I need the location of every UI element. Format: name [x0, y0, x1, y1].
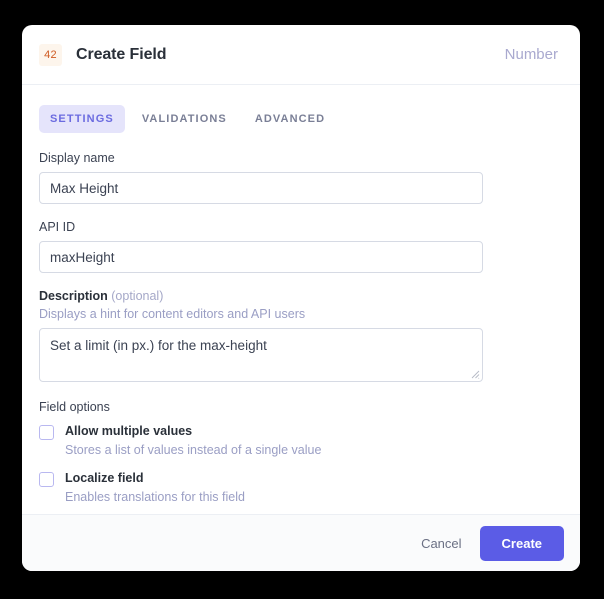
api-id-input[interactable]: [39, 241, 483, 273]
create-field-modal: 42 Create Field Number SETTINGS VALIDATI…: [22, 25, 580, 571]
modal-footer: Cancel Create: [22, 514, 580, 571]
option-allow-multiple-values[interactable]: Allow multiple values Stores a list of v…: [39, 424, 558, 458]
modal-body: Display name API ID Description (optiona…: [22, 133, 580, 514]
tab-settings[interactable]: SETTINGS: [39, 105, 125, 133]
page-title: Create Field: [76, 46, 166, 64]
field-type-label: Number: [505, 46, 558, 63]
field-options-heading: Field options: [39, 400, 558, 414]
description-textarea-wrap: [39, 328, 483, 382]
app-screen: 42 Create Field Number SETTINGS VALIDATI…: [0, 0, 604, 599]
number-field-icon: 42: [39, 44, 62, 66]
description-optional-tag: (optional): [111, 289, 163, 303]
display-name-label: Display name: [39, 151, 558, 165]
localize-field-label: Localize field: [65, 471, 245, 486]
description-label: Description (optional): [39, 289, 558, 303]
tab-advanced[interactable]: ADVANCED: [244, 105, 336, 133]
localize-field-description: Enables translations for this field: [65, 490, 245, 505]
allow-multiple-values-checkbox[interactable]: [39, 425, 54, 440]
create-button[interactable]: Create: [480, 526, 564, 561]
description-label-text: Description: [39, 289, 108, 303]
allow-multiple-values-description: Stores a list of values instead of a sin…: [65, 443, 321, 458]
modal-header: 42 Create Field Number: [22, 25, 580, 85]
tab-bar: SETTINGS VALIDATIONS ADVANCED: [22, 85, 580, 133]
tab-validations[interactable]: VALIDATIONS: [131, 105, 238, 133]
allow-multiple-values-text: Allow multiple values Stores a list of v…: [65, 424, 321, 458]
description-group: Description (optional) Displays a hint f…: [39, 289, 558, 382]
cancel-button[interactable]: Cancel: [407, 527, 475, 560]
api-id-group: API ID: [39, 220, 558, 273]
display-name-input[interactable]: [39, 172, 483, 204]
option-localize-field[interactable]: Localize field Enables translations for …: [39, 471, 558, 505]
api-id-label: API ID: [39, 220, 558, 234]
description-input[interactable]: [39, 328, 483, 382]
allow-multiple-values-label: Allow multiple values: [65, 424, 321, 439]
description-helper-text: Displays a hint for content editors and …: [39, 307, 558, 321]
display-name-group: Display name: [39, 151, 558, 204]
localize-field-checkbox[interactable]: [39, 472, 54, 487]
localize-field-text: Localize field Enables translations for …: [65, 471, 245, 505]
